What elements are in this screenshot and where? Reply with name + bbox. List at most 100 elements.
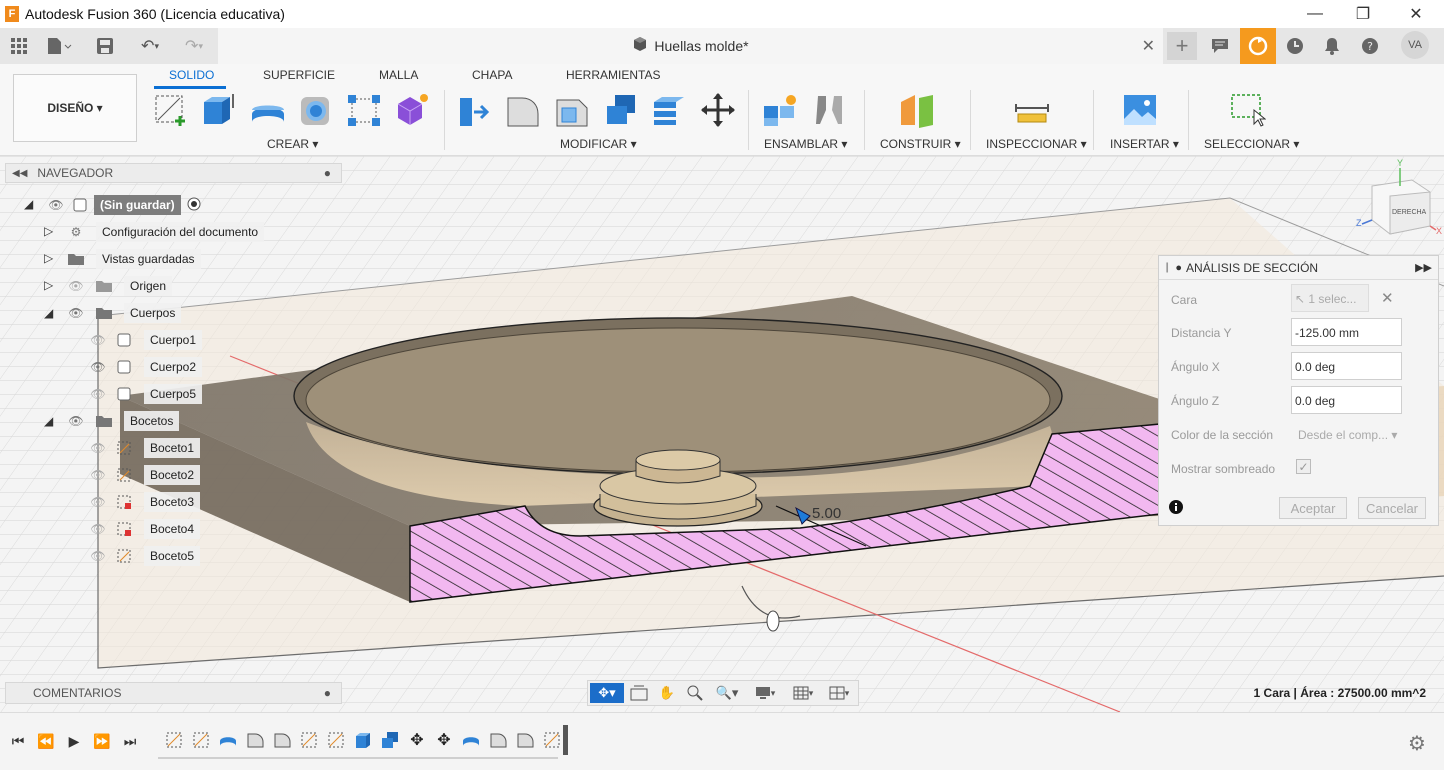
file-menu-icon[interactable] <box>44 34 74 58</box>
create-sketch-icon[interactable] <box>154 92 190 128</box>
timeline-combine-icon[interactable] <box>380 730 400 750</box>
expand-origin-icon[interactable]: ▷ <box>44 278 53 292</box>
eye-icon[interactable]: 👁 <box>46 196 66 214</box>
tab-herramientas[interactable]: HERRAMIENTAS <box>566 68 660 82</box>
navigator-minimize-icon[interactable]: ● <box>324 166 331 180</box>
tree-item-config[interactable]: ⚙ Configuración del documento <box>66 221 265 243</box>
eye-icon[interactable]: 👁 <box>66 412 86 430</box>
notifications-bell-icon[interactable] <box>1317 32 1347 60</box>
fit-window-icon[interactable]: 🔍▾ <box>712 683 742 703</box>
chamfer-icon[interactable] <box>554 92 590 128</box>
clear-selection-icon[interactable]: ✕ <box>1381 289 1394 307</box>
info-icon[interactable] <box>1169 500 1183 519</box>
collapse-panel-icon[interactable]: ● <box>1175 262 1182 274</box>
angulo-x-input[interactable]: 0.0 deg <box>1291 352 1402 380</box>
color-seccion-select[interactable]: Desde el comp... ▾ <box>1298 428 1397 442</box>
eye-icon[interactable]: 👁 <box>88 358 108 376</box>
go-to-end-icon[interactable]: ⏭ <box>120 731 140 751</box>
sweep-icon[interactable] <box>298 92 334 128</box>
save-icon[interactable] <box>94 34 116 58</box>
offset-plane-icon[interactable] <box>899 92 935 128</box>
timeline-fillet-icon[interactable] <box>515 730 535 750</box>
tree-item-vistas[interactable]: Vistas guardadas <box>66 248 201 270</box>
eye-hidden-icon[interactable]: 👁 <box>88 439 108 457</box>
timeline-fillet-icon[interactable] <box>245 730 265 750</box>
eye-icon[interactable]: 👁 <box>66 304 86 322</box>
tab-superficie[interactable]: SUPERFICIE <box>263 68 335 82</box>
comments-bar[interactable]: COMENTARIOS ● <box>5 682 342 704</box>
activate-radio-icon[interactable] <box>187 197 201 214</box>
zoom-icon[interactable] <box>684 683 706 703</box>
cara-selection-field[interactable]: ↖ 1 selec... <box>1291 284 1369 312</box>
expand-config-icon[interactable]: ▷ <box>44 224 53 238</box>
rotation-handle-icon[interactable] <box>766 610 780 632</box>
aceptar-button[interactable]: Aceptar <box>1279 497 1347 519</box>
timeline-sketch-icon[interactable] <box>164 730 184 750</box>
user-avatar[interactable]: VA <box>1401 31 1429 59</box>
job-status-icon[interactable] <box>1240 28 1276 64</box>
tab-chapa[interactable]: CHAPA <box>472 68 512 82</box>
group-inspeccionar[interactable]: INSPECCIONAR ▾ <box>986 137 1087 151</box>
timeline-revolve-icon[interactable] <box>461 730 481 750</box>
tree-item-cuerpos[interactable]: 👁 Cuerpos <box>66 302 182 324</box>
eye-hidden-icon[interactable]: 👁 <box>88 466 108 484</box>
create-form-icon[interactable] <box>394 92 430 128</box>
orbit-tool-icon[interactable]: ✥▾ <box>590 683 624 703</box>
dimension-value[interactable]: 5.00 <box>812 505 841 522</box>
workspace-switcher-button[interactable]: DISEÑO ▾ <box>13 74 137 142</box>
viewports-icon[interactable]: ▾ <box>824 683 854 703</box>
add-comment-icon[interactable]: ● <box>324 686 331 700</box>
cancelar-button[interactable]: Cancelar <box>1358 497 1426 519</box>
maximize-button[interactable]: ❐ <box>1340 0 1386 28</box>
select-window-icon[interactable] <box>1230 92 1267 128</box>
timeline-sketch-icon[interactable] <box>542 730 562 750</box>
timeline-move-icon[interactable]: ✥ <box>434 730 454 750</box>
timeline-sketch-icon[interactable] <box>191 730 211 750</box>
fillet-icon[interactable] <box>505 92 541 128</box>
timeline-revolve-icon[interactable] <box>218 730 238 750</box>
eye-hidden-icon[interactable]: 👁 <box>88 547 108 565</box>
eye-hidden-icon[interactable]: 👁 <box>66 277 86 295</box>
tree-item-origen[interactable]: 👁 Origen <box>66 275 173 297</box>
expand-sketches-icon[interactable]: ◢ <box>44 414 53 428</box>
group-ensamblar[interactable]: ENSAMBLAR ▾ <box>764 137 847 151</box>
timeline-extrude-icon[interactable] <box>353 730 373 750</box>
eye-hidden-icon[interactable]: 👁 <box>88 331 108 349</box>
tab-malla[interactable]: MALLA <box>379 68 418 82</box>
data-panel-grid-icon[interactable] <box>8 34 30 58</box>
display-settings-icon[interactable]: ▾ <box>750 683 780 703</box>
group-seleccionar[interactable]: SELECCIONAR ▾ <box>1204 137 1299 151</box>
new-tab-plus-icon[interactable]: + <box>1167 32 1197 60</box>
tree-root[interactable]: 👁 (Sin guardar) <box>46 194 201 216</box>
tree-item-boceto5[interactable]: 👁 Boceto5 <box>88 545 201 567</box>
tree-item-cuerpo2[interactable]: 👁 Cuerpo2 <box>88 356 203 378</box>
eye-hidden-icon[interactable]: 👁 <box>88 520 108 538</box>
angulo-z-input[interactable]: 0.0 deg <box>1291 386 1402 414</box>
tree-item-bocetos[interactable]: 👁 Bocetos <box>66 410 180 432</box>
minimize-button[interactable]: — <box>1292 0 1338 28</box>
close-tab-icon[interactable]: ✕ <box>1142 36 1155 56</box>
group-construir[interactable]: CONSTRUIR ▾ <box>880 137 961 151</box>
mostrar-sombreado-checkbox[interactable]: ✓ <box>1296 459 1311 474</box>
tree-item-boceto2[interactable]: 👁 Boceto2 <box>88 464 201 486</box>
expand-views-icon[interactable]: ▷ <box>44 251 53 265</box>
measure-icon[interactable] <box>1014 92 1050 128</box>
move-copy-icon[interactable] <box>700 92 736 128</box>
expand-root-icon[interactable]: ◢ <box>24 197 33 211</box>
tab-solido[interactable]: SOLIDO <box>169 68 214 82</box>
group-modificar[interactable]: MODIFICAR ▾ <box>560 137 637 151</box>
joint-icon[interactable] <box>812 92 848 128</box>
timeline-move-icon[interactable]: ✥ <box>407 730 427 750</box>
timeline-sketch-icon[interactable] <box>326 730 346 750</box>
timeline-settings-gear-icon[interactable]: ⚙ <box>1408 731 1426 756</box>
history-clock-icon[interactable] <box>1280 32 1310 60</box>
timeline-sketch-icon[interactable] <box>299 730 319 750</box>
distancia-input[interactable]: -125.00 mm <box>1291 318 1402 346</box>
go-to-start-icon[interactable]: ⏮ <box>8 731 28 751</box>
tree-item-cuerpo5[interactable]: 👁 Cuerpo5 <box>88 383 203 405</box>
panel-drag-handle-icon[interactable]: ❙ <box>1163 262 1171 273</box>
close-window-button[interactable]: ✕ <box>1393 0 1439 28</box>
shell-icon[interactable] <box>603 92 639 128</box>
pan-hand-icon[interactable]: ✋ <box>656 683 678 703</box>
timeline-fillet-icon[interactable] <box>488 730 508 750</box>
